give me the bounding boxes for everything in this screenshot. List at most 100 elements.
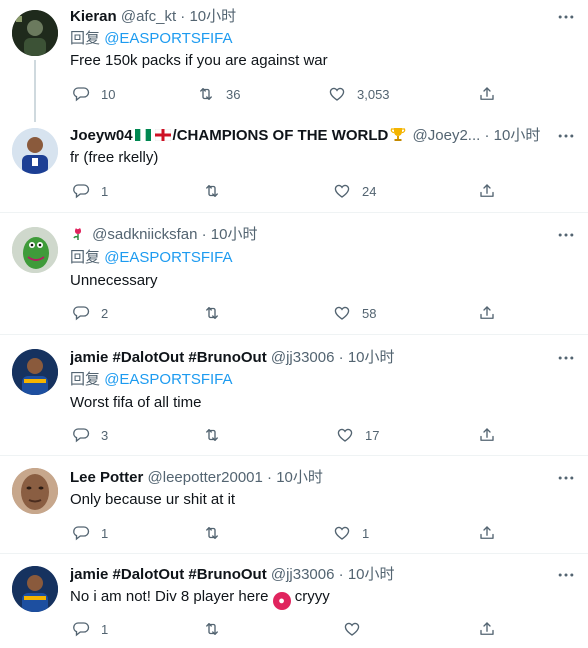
action-bar: 1 — [62, 618, 588, 640]
avatar[interactable] — [12, 349, 58, 395]
display-name[interactable]: Lee Potter — [70, 469, 143, 486]
trophy-icon — [391, 128, 406, 141]
avatar[interactable] — [12, 128, 58, 174]
display-name[interactable]: jamie #DalotOut #BrunoOut — [70, 566, 267, 583]
tweet[interactable]: Lee Potter @leepotter20001 · 10小时 Only b… — [0, 456, 588, 554]
tweet-header: Kieran @afc_kt · 10小时 — [70, 7, 544, 27]
retweet-icon — [197, 85, 215, 103]
like-button[interactable]: 24 — [333, 180, 376, 202]
reply-icon — [72, 524, 90, 542]
retweet-button[interactable] — [203, 522, 221, 544]
heart-icon — [336, 426, 354, 444]
timestamp[interactable]: 10小时 — [348, 566, 395, 583]
tweet[interactable]: Kieran @afc_kt · 10小时 回复 @EASPORTSFIFA F… — [0, 0, 588, 122]
reply-count: 3 — [101, 427, 109, 443]
user-handle[interactable]: @jj33006 — [271, 566, 335, 583]
reply-count: 2 — [101, 305, 109, 321]
reply-button[interactable]: 1 — [72, 180, 108, 202]
tweet[interactable]: Joeyw04/CHAMPIONS OF THE WORLD @Joey2...… — [0, 114, 588, 213]
mention-link[interactable]: @EASPORTSFIFA — [104, 30, 232, 47]
share-button[interactable] — [478, 83, 496, 105]
separator-dot: · — [338, 349, 344, 366]
share-icon — [478, 85, 496, 103]
like-count: 17 — [365, 427, 380, 443]
reply-button[interactable]: 10 — [72, 83, 115, 105]
timestamp[interactable]: 10小时 — [494, 127, 541, 144]
user-handle[interactable]: @leepotter20001 — [148, 469, 263, 486]
share-button[interactable] — [478, 180, 496, 202]
reply-count: 1 — [101, 621, 109, 637]
like-button[interactable]: 3,053 — [328, 83, 390, 105]
reply-prefix: 回复 — [70, 249, 101, 266]
more-icon[interactable] — [556, 225, 576, 245]
tweet[interactable]: @sadkniicksfan · 10小时 回复 @EASPORTSFIFA U… — [0, 213, 588, 335]
like-button[interactable]: 58 — [333, 302, 376, 324]
user-handle[interactable]: @jj33006 — [271, 349, 335, 366]
more-icon[interactable] — [556, 7, 576, 27]
tweet[interactable]: jamie #DalotOut #BrunoOut @jj33006 · 10小… — [0, 554, 588, 648]
like-button[interactable] — [343, 618, 361, 640]
retweet-button[interactable] — [203, 618, 221, 640]
reply-count: 10 — [101, 86, 116, 102]
share-button[interactable] — [478, 302, 496, 324]
mention-link[interactable]: @EASPORTSFIFA — [104, 249, 232, 266]
more-icon[interactable] — [556, 468, 576, 488]
like-count: 24 — [362, 183, 377, 199]
display-name[interactable]: Kieran — [70, 8, 117, 25]
action-bar: 2 58 — [62, 302, 588, 324]
more-icon[interactable] — [556, 126, 576, 146]
separator-dot: · — [201, 226, 207, 243]
avatar[interactable] — [12, 566, 58, 612]
tweet-text: Unnecessary — [70, 272, 158, 289]
tweet-text: Free 150k packs if you are against war — [70, 52, 328, 69]
reply-button[interactable]: 1 — [72, 522, 108, 544]
like-button[interactable]: 1 — [333, 522, 369, 544]
mention-link[interactable]: @EASPORTSFIFA — [104, 371, 232, 388]
separator-dot: · — [484, 127, 490, 144]
more-icon[interactable] — [556, 348, 576, 368]
thread-line — [34, 60, 36, 122]
like-button[interactable]: 17 — [336, 424, 379, 446]
user-handle[interactable]: @sadkniicksfan — [92, 226, 197, 243]
timestamp[interactable]: 10小时 — [211, 226, 258, 243]
retweet-button[interactable] — [203, 424, 221, 446]
more-icon[interactable] — [556, 565, 576, 585]
avatar[interactable] — [12, 227, 58, 273]
share-icon — [478, 620, 496, 638]
avatar[interactable] — [12, 468, 58, 514]
separator-dot: · — [338, 566, 344, 583]
avatar[interactable] — [12, 10, 58, 56]
share-button[interactable] — [478, 424, 496, 446]
heart-icon — [333, 524, 351, 542]
nigeria-flag-icon — [134, 129, 151, 141]
separator-dot: · — [267, 469, 273, 486]
tweet[interactable]: jamie #DalotOut #BrunoOut @jj33006 · 10小… — [0, 335, 588, 456]
user-handle[interactable]: @Joey2... — [413, 127, 481, 144]
share-button[interactable] — [478, 618, 496, 640]
retweet-button[interactable] — [203, 180, 221, 202]
timestamp[interactable]: 10小时 — [189, 8, 236, 25]
timestamp[interactable]: 10小时 — [348, 349, 395, 366]
retweet-icon — [203, 304, 221, 322]
share-icon — [478, 182, 496, 200]
reply-button[interactable]: 3 — [72, 424, 108, 446]
share-icon — [478, 524, 496, 542]
action-bar: 1 1 — [62, 522, 588, 544]
timestamp[interactable]: 10小时 — [276, 469, 323, 486]
display-name[interactable]: jamie #DalotOut #BrunoOut — [70, 349, 267, 366]
retweet-button[interactable]: 36 — [197, 83, 240, 105]
like-count: 3,053 — [357, 86, 390, 102]
reply-prefix: 回复 — [70, 30, 101, 47]
display-name-suffix: /CHAMPIONS OF THE WORLD — [172, 127, 389, 144]
reply-button[interactable]: 1 — [72, 618, 108, 640]
action-bar: 10 36 3,053 — [62, 83, 588, 105]
tweet-text: fr (free rkelly) — [70, 149, 159, 166]
user-handle[interactable]: @afc_kt — [121, 8, 176, 25]
display-name[interactable]: Joeyw04/CHAMPIONS OF THE WORLD — [70, 127, 408, 144]
share-button[interactable] — [478, 522, 496, 544]
tweet-text-start: No i am not! Div 8 player here — [70, 588, 269, 605]
retweet-count: 36 — [226, 86, 241, 102]
heart-icon — [333, 304, 351, 322]
reply-button[interactable]: 2 — [72, 302, 108, 324]
retweet-button[interactable] — [203, 302, 221, 324]
